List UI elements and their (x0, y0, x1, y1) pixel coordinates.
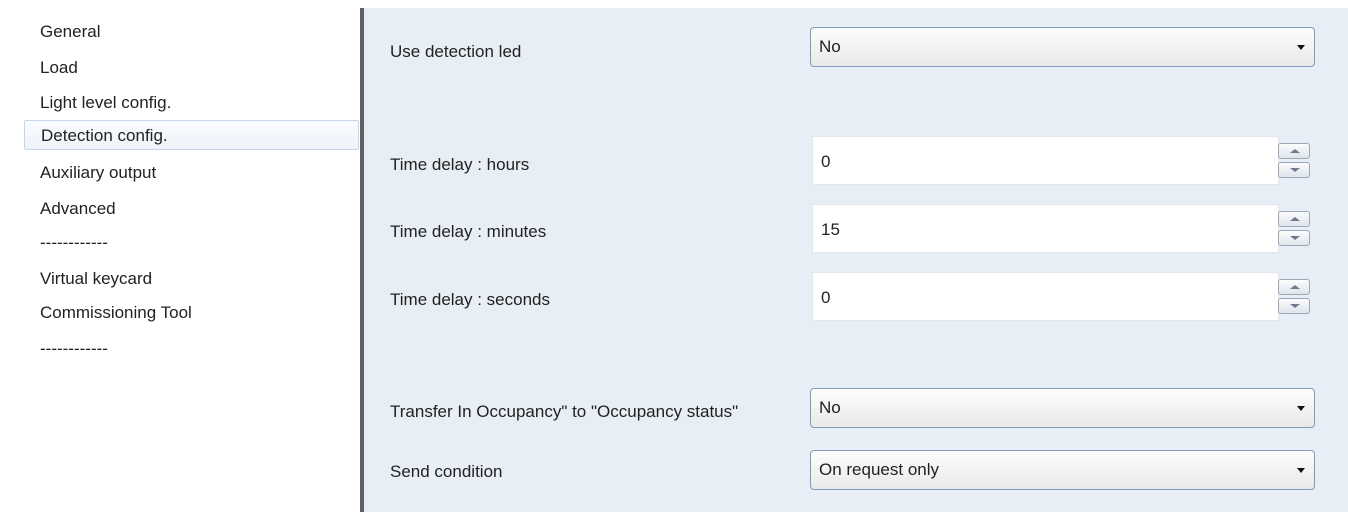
spin-up-button[interactable] (1278, 279, 1310, 295)
time-delay-minutes-label: Time delay : minutes (390, 222, 547, 241)
time-delay-seconds-input[interactable]: 0 (812, 272, 1279, 321)
time-delay-minutes-input[interactable]: 15 (812, 204, 1279, 253)
dropdown-arrow-icon (1297, 45, 1305, 50)
transfer-occupancy-select[interactable]: No (810, 388, 1315, 428)
sidebar-item-virtual-keycard[interactable]: Virtual keycard (30, 264, 358, 294)
time-delay-hours-input[interactable]: 0 (812, 136, 1279, 185)
spin-up-button[interactable] (1278, 211, 1310, 227)
sidebar-item-general[interactable]: General (30, 17, 358, 47)
sidebar-item-auxiliary-output[interactable]: Auxiliary output (30, 158, 358, 188)
send-condition-select[interactable]: On request only (810, 450, 1315, 490)
chevron-down-icon (1290, 236, 1300, 240)
send-condition-value: On request only (819, 460, 940, 479)
dropdown-arrow-icon (1297, 406, 1305, 411)
time-delay-hours-label: Time delay : hours (390, 155, 530, 174)
send-condition-label: Send condition (390, 462, 503, 481)
use-detection-led-value: No (819, 37, 841, 56)
chevron-down-icon (1290, 168, 1300, 172)
transfer-occupancy-label: Transfer In Occupancy" to "Occupancy sta… (390, 402, 739, 421)
sidebar-item-detection-config[interactable]: Detection config. (24, 120, 359, 150)
sidebar-item-load[interactable]: Load (30, 53, 358, 83)
time-delay-minutes-value: 15 (821, 220, 840, 239)
sidebar-nav: General Load Light level config. Detecti… (6, 8, 360, 512)
spin-down-button[interactable] (1278, 162, 1310, 178)
time-delay-hours-value: 0 (821, 152, 831, 171)
transfer-occupancy-value: No (819, 398, 841, 417)
chevron-up-icon (1290, 285, 1300, 289)
time-delay-hours-stepper (1278, 136, 1314, 185)
time-delay-minutes-stepper (1278, 204, 1314, 253)
spin-down-button[interactable] (1278, 298, 1310, 314)
chevron-down-icon (1290, 304, 1300, 308)
chevron-up-icon (1290, 149, 1300, 153)
sidebar-item-light-level-config[interactable]: Light level config. (30, 88, 358, 118)
sidebar-item-commissioning-tool[interactable]: Commissioning Tool (30, 298, 358, 328)
sidebar-separator: ------------ (40, 339, 108, 358)
time-delay-seconds-label: Time delay : seconds (390, 290, 550, 309)
time-delay-seconds-stepper (1278, 272, 1314, 321)
sidebar-separator: ------------ (40, 233, 108, 252)
use-detection-led-label: Use detection led (390, 42, 522, 61)
spin-down-button[interactable] (1278, 230, 1310, 246)
parameter-panel: Use detection led No Time delay : hours … (364, 8, 1348, 512)
sidebar-item-advanced[interactable]: Advanced (30, 194, 358, 224)
time-delay-seconds-value: 0 (821, 288, 831, 307)
chevron-up-icon (1290, 217, 1300, 221)
use-detection-led-select[interactable]: No (810, 27, 1315, 67)
spin-up-button[interactable] (1278, 143, 1310, 159)
dropdown-arrow-icon (1297, 468, 1305, 473)
